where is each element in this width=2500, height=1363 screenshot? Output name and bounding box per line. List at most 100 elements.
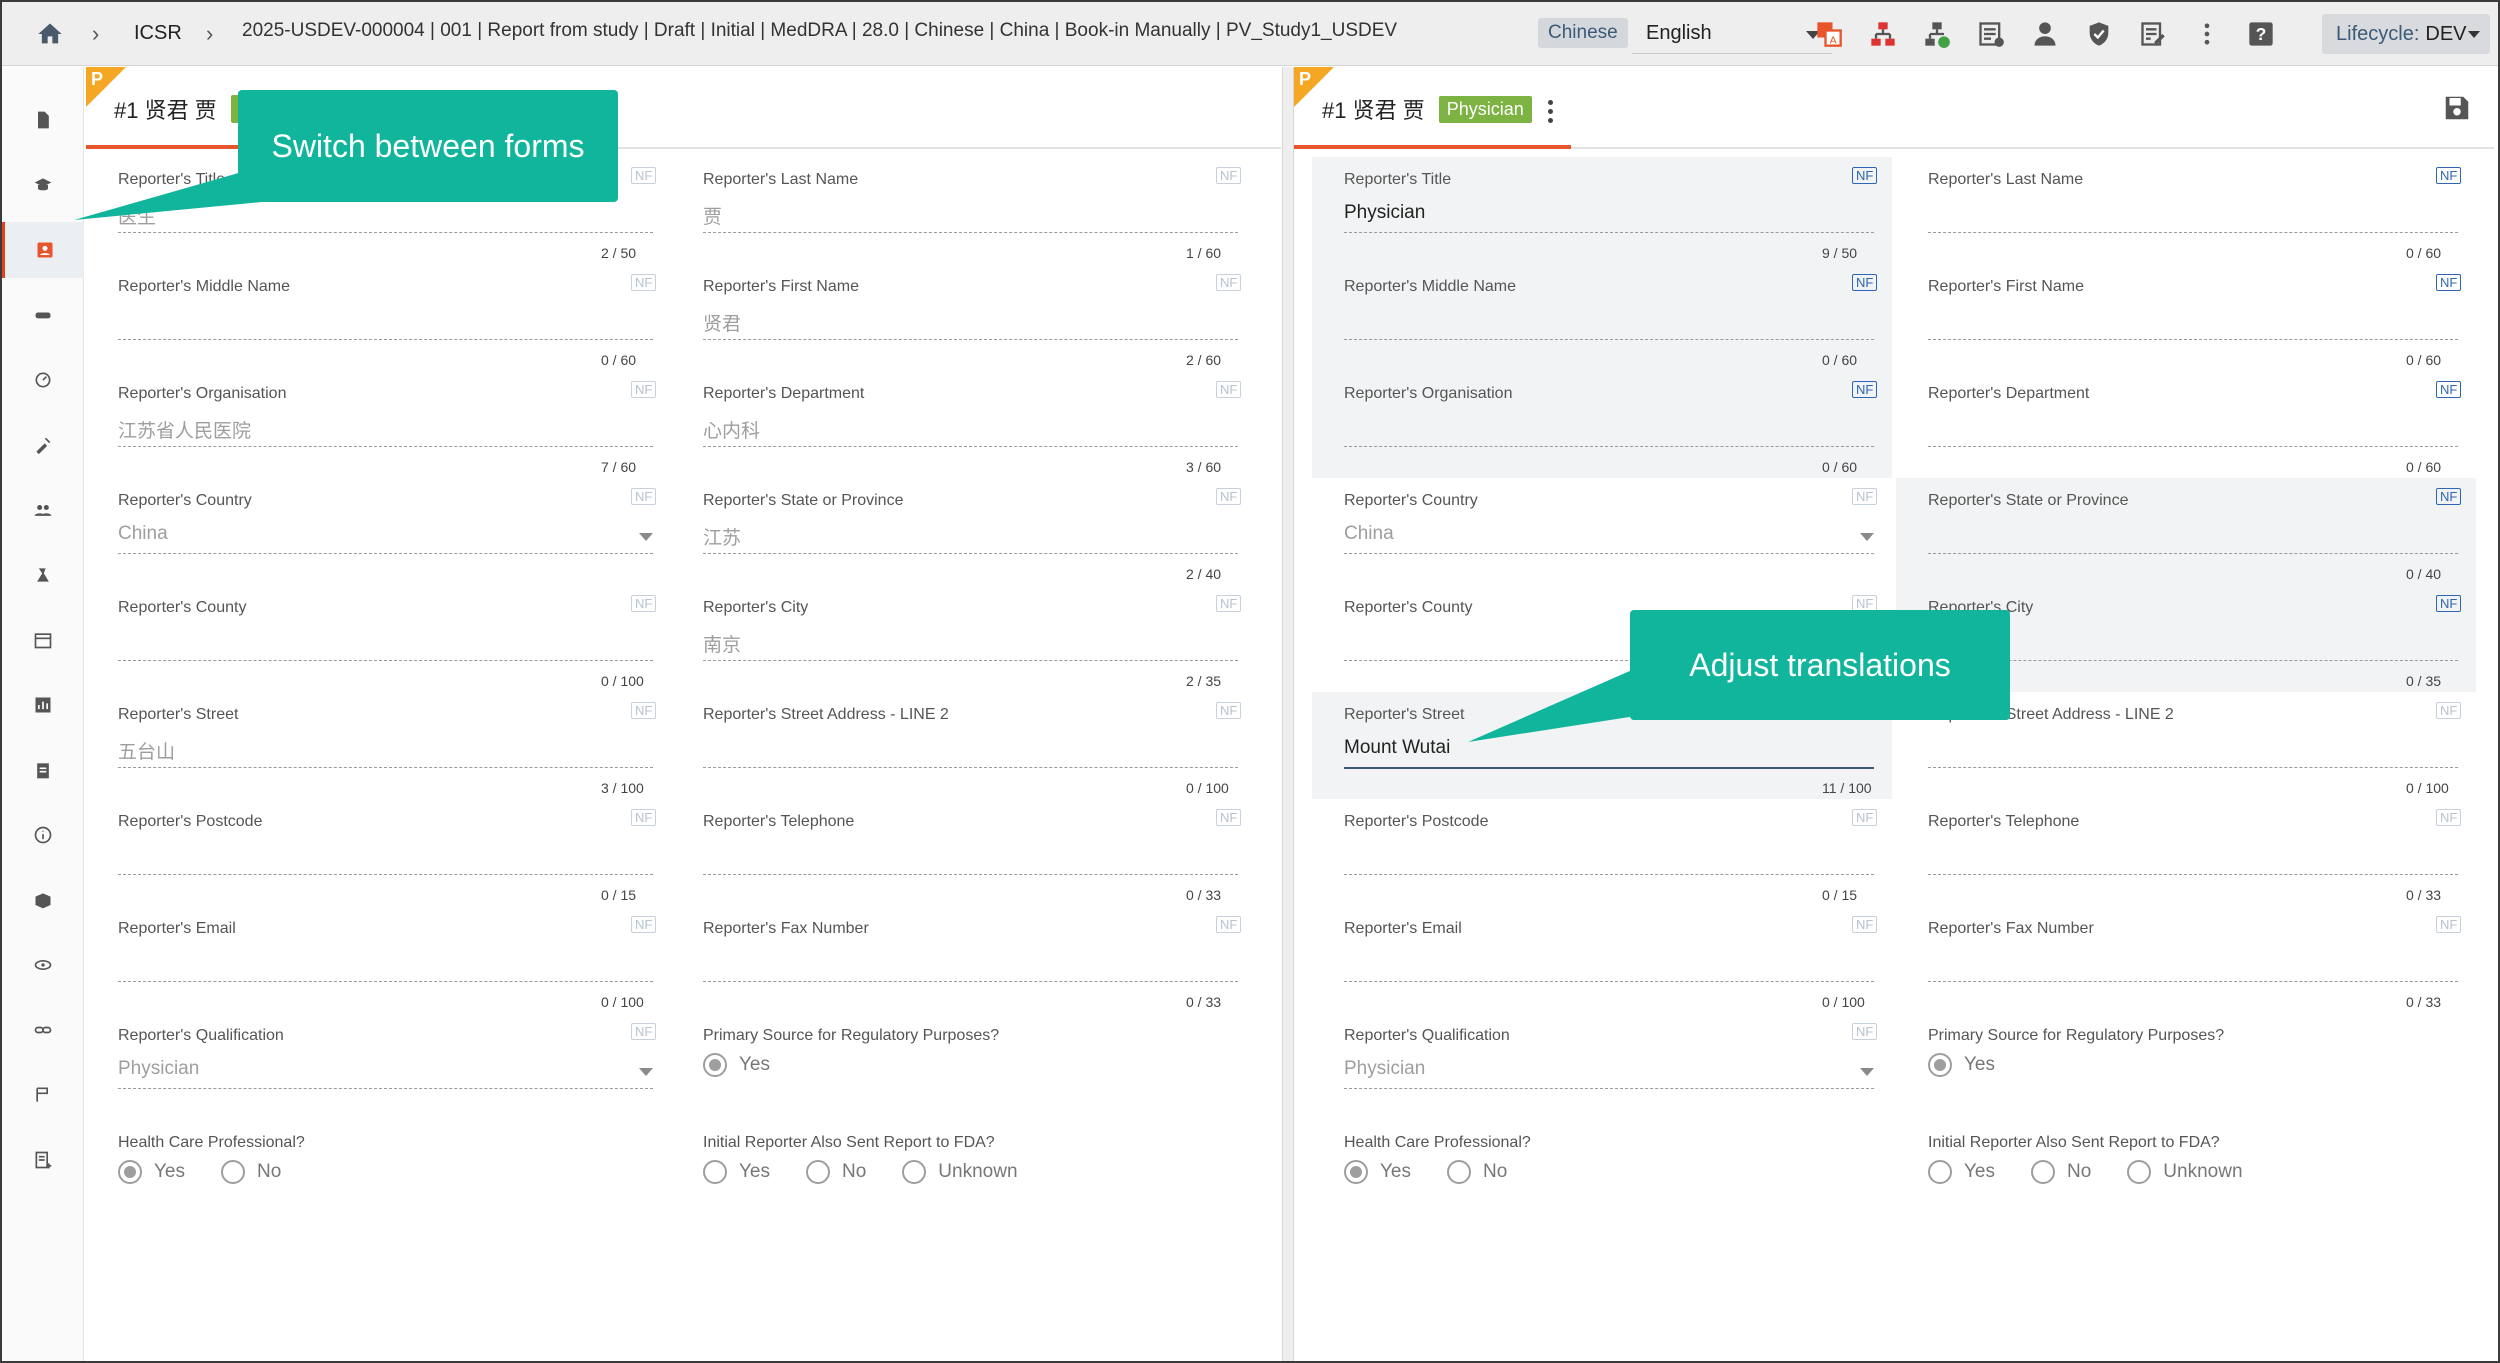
edit-note-icon[interactable] [2136,17,2170,51]
field-primary-source-for-regulatory-purposes[interactable]: Primary Source for Regulatory Purposes? Y… [1896,1013,2476,1120]
nullflavor-toggle[interactable]: NF [1216,488,1242,505]
field-reporter-s-department[interactable]: Reporter's Department NF 心内科 3 / 60 [671,371,1251,478]
radio-unknown[interactable]: Unknown [902,1160,1018,1184]
field-reporter-s-qualification[interactable]: Reporter's Qualification NF Physician [1312,1013,1892,1120]
nullflavor-toggle[interactable]: NF [1216,274,1242,291]
field-reporter-s-state-or-province[interactable]: Reporter's State or Province NF 0 / 40 [1896,478,2476,585]
nav-item-clipboard[interactable] [2,742,84,798]
field-reporter-s-title[interactable]: Reporter's Title NF Physician 9 / 50 [1312,157,1892,264]
radio-yes[interactable]: Yes [1344,1160,1411,1184]
breadcrumb-app[interactable]: ICSR [134,22,182,45]
field-initial-reporter-also-sent-report-to-fda[interactable]: Initial Reporter Also Sent Report to FDA… [671,1120,1251,1227]
field-reporter-s-state-or-province[interactable]: Reporter's State or Province NF 江苏 2 / 40 [671,478,1251,585]
field-reporter-s-qualification[interactable]: Reporter's Qualification NF Physician [86,1013,666,1120]
field-reporter-s-fax-number[interactable]: Reporter's Fax Number NF 0 / 33 [671,906,1251,1013]
nullflavor-toggle[interactable]: NF [2436,167,2462,184]
field-reporter-s-county[interactable]: Reporter's County NF 0 / 100 [86,585,666,692]
user-download-icon[interactable] [2028,17,2062,51]
nullflavor-toggle[interactable]: NF [631,381,657,398]
nullflavor-toggle[interactable]: NF [631,595,657,612]
nullflavor-toggle[interactable]: NF [631,916,657,933]
nullflavor-toggle[interactable]: NF [1852,916,1878,933]
field-reporter-s-first-name[interactable]: Reporter's First Name NF 贤君 2 / 60 [671,264,1251,371]
nullflavor-toggle[interactable]: NF [1216,916,1242,933]
field-reporter-s-organisation[interactable]: Reporter's Organisation NF 0 / 60 [1312,371,1892,478]
nav-item-edit-flask[interactable] [2,547,84,603]
save-icon[interactable] [2442,93,2472,123]
field-reporter-s-organisation[interactable]: Reporter's Organisation NF 江苏省人民医院 7 / 60 [86,371,666,478]
field-reporter-s-first-name[interactable]: Reporter's First Name NF 0 / 60 [1896,264,2476,371]
radio-no[interactable]: No [221,1160,281,1184]
target-language-select[interactable]: English [1632,14,1832,54]
field-reporter-s-postcode[interactable]: Reporter's Postcode NF 0 / 15 [1312,799,1892,906]
nullflavor-toggle[interactable]: NF [2436,702,2462,719]
nullflavor-toggle[interactable]: NF [1852,167,1878,184]
field-health-care-professional[interactable]: Health Care Professional? Yes No [86,1120,666,1227]
radio-yes[interactable]: Yes [1928,1160,1995,1184]
field-reporter-s-telephone[interactable]: Reporter's Telephone NF 0 / 33 [1896,799,2476,906]
field-reporter-s-email[interactable]: Reporter's Email NF 0 / 100 [86,906,666,1013]
help-icon[interactable]: ? [2244,17,2278,51]
radio-yes[interactable]: Yes [703,1160,770,1184]
nav-item-speed[interactable] [2,352,84,408]
nullflavor-toggle[interactable]: NF [631,1023,657,1040]
field-reporter-s-street-address-line-2[interactable]: Reporter's Street Address - LINE 2 NF 0 / … [671,692,1251,799]
nullflavor-toggle[interactable]: NF [2436,381,2462,398]
field-reporter-s-department[interactable]: Reporter's Department NF 0 / 60 [1896,371,2476,478]
radio-yes[interactable]: Yes [1928,1053,1995,1077]
shield-icon[interactable] [2082,17,2116,51]
nav-item-eye[interactable] [2,937,84,993]
field-reporter-s-middle-name[interactable]: Reporter's Middle Name NF 0 / 60 [1312,264,1892,371]
nullflavor-toggle[interactable]: NF [1216,167,1242,184]
field-initial-reporter-also-sent-report-to-fda[interactable]: Initial Reporter Also Sent Report to FDA… [1896,1120,2476,1227]
field-reporter-s-email[interactable]: Reporter's Email NF 0 / 100 [1312,906,1892,1013]
nav-item-file[interactable] [2,92,84,148]
nav-item-syringe[interactable] [2,417,84,473]
nav-item-box[interactable] [2,872,84,928]
radio-no[interactable]: No [806,1160,866,1184]
nav-item-chart[interactable] [2,677,84,733]
nullflavor-toggle[interactable]: NF [1852,488,1878,505]
field-reporter-s-last-name[interactable]: Reporter's Last Name NF 0 / 60 [1896,157,2476,264]
radio-no[interactable]: No [2031,1160,2091,1184]
nullflavor-toggle[interactable]: NF [631,167,657,184]
nav-item-link[interactable] [2,1002,84,1058]
nullflavor-toggle[interactable]: NF [631,702,657,719]
field-reporter-s-last-name[interactable]: Reporter's Last Name NF 贾 1 / 60 [671,157,1251,264]
field-reporter-s-country[interactable]: Reporter's Country NF China [1312,478,1892,585]
field-reporter-s-postcode[interactable]: Reporter's Postcode NF 0 / 15 [86,799,666,906]
field-reporter-s-street[interactable]: Reporter's Street NF 五台山 3 / 100 [86,692,666,799]
radio-yes[interactable]: Yes [703,1053,770,1077]
radio-yes[interactable]: Yes [118,1160,185,1184]
nav-item-pill[interactable] [2,287,84,343]
nullflavor-toggle[interactable]: NF [2436,595,2462,612]
list-icon[interactable] [1974,17,2008,51]
field-reporter-s-fax-number[interactable]: Reporter's Fax Number NF 0 / 33 [1896,906,2476,1013]
nav-item-calendar[interactable] [2,612,84,668]
nullflavor-toggle[interactable]: NF [1852,1023,1878,1040]
nav-item-info[interactable] [2,807,84,863]
field-reporter-s-country[interactable]: Reporter's Country NF China [86,478,666,585]
nullflavor-toggle[interactable]: NF [2436,274,2462,291]
nullflavor-toggle[interactable]: NF [2436,916,2462,933]
nullflavor-toggle[interactable]: NF [2436,488,2462,505]
nullflavor-toggle[interactable]: NF [1216,381,1242,398]
translate-icon[interactable]: A [1812,17,1846,51]
nullflavor-toggle[interactable]: NF [631,274,657,291]
nullflavor-toggle[interactable]: NF [1852,809,1878,826]
nav-item-note-add[interactable] [2,1132,84,1188]
nullflavor-toggle[interactable]: NF [631,809,657,826]
more-vert-icon[interactable] [2190,17,2224,51]
more-vert-icon[interactable] [1547,99,1553,123]
nullflavor-toggle[interactable]: NF [1852,381,1878,398]
radio-no[interactable]: No [1447,1160,1507,1184]
panel-divider[interactable] [1282,67,1294,1361]
radio-unknown[interactable]: Unknown [2127,1160,2243,1184]
nav-item-people[interactable] [2,482,84,538]
network-icon[interactable] [1866,17,1900,51]
field-health-care-professional[interactable]: Health Care Professional? Yes No [1312,1120,1892,1227]
network-add-icon[interactable] [1920,17,1954,51]
nullflavor-toggle[interactable]: NF [1216,809,1242,826]
nullflavor-toggle[interactable]: NF [631,488,657,505]
field-reporter-s-telephone[interactable]: Reporter's Telephone NF 0 / 33 [671,799,1251,906]
